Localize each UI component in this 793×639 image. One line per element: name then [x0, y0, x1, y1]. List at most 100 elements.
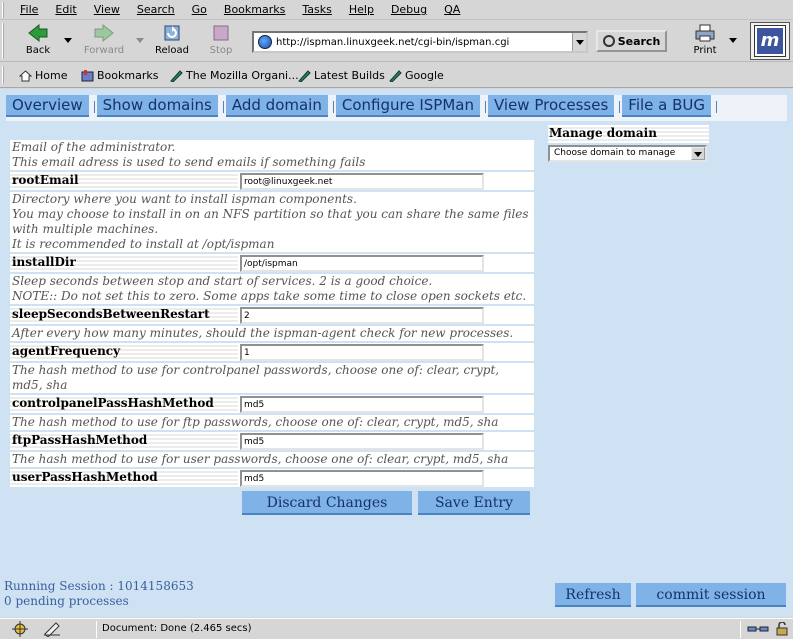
forward-dropdown-icon[interactable]	[136, 38, 144, 43]
ispman-nav-tabs: Overview Show domains Add domain Configu…	[6, 95, 787, 121]
tab-show-domains[interactable]: Show domains	[96, 95, 225, 117]
url-bar[interactable]	[252, 31, 588, 53]
field-row-user-hash: userPassHashMethod	[10, 469, 534, 489]
menu-debug[interactable]: Debug	[391, 3, 427, 16]
home-icon	[19, 69, 32, 81]
field-label: controlpanelPassHashMethod	[10, 395, 238, 413]
menu-search[interactable]: Search	[137, 3, 175, 16]
ftp-hash-input[interactable]	[240, 433, 484, 450]
menu-bookmarks[interactable]: Bookmarks	[224, 3, 285, 16]
back-label: Back	[25, 45, 51, 56]
bookmark-mozilla-org-label: The Mozilla Organi...	[186, 69, 299, 82]
print-dropdown-icon[interactable]	[729, 38, 737, 43]
reload-button[interactable]: Reload	[149, 23, 195, 61]
agentfrequency-input[interactable]	[240, 344, 484, 361]
tab-add-domain[interactable]: Add domain	[225, 95, 334, 117]
tab-view-processes[interactable]: View Processes	[487, 95, 621, 117]
description-line: The hash method to use for controlpanel …	[12, 363, 500, 392]
description-line: Sleep seconds between stop and start of …	[12, 274, 433, 288]
menu-edit[interactable]: Edit	[55, 3, 76, 16]
description-line: After every how many minutes, should the…	[12, 326, 514, 340]
menu-qa[interactable]: QA	[444, 3, 460, 16]
menu-tasks[interactable]: Tasks	[302, 3, 331, 16]
controlpanel-hash-input[interactable]	[240, 396, 484, 413]
chevron-down-icon[interactable]	[691, 147, 705, 160]
printer-icon	[695, 24, 715, 42]
field-row-agentfrequency: agentFrequency	[10, 343, 534, 363]
composer-icon[interactable]	[42, 621, 62, 637]
forward-label: Forward	[83, 45, 125, 56]
commit-session-button[interactable]: commit session	[636, 583, 786, 607]
running-session-text: Running Session : 1014158653	[4, 579, 194, 593]
field-row-installdir: installDir	[10, 254, 534, 274]
personal-toolbar-grip[interactable]	[2, 66, 12, 84]
field-description: The hash method to use for ftp passwords…	[10, 415, 534, 432]
navigator-icon[interactable]	[10, 621, 30, 637]
search-icon	[602, 35, 615, 47]
navbar-grip[interactable]	[2, 23, 12, 59]
status-text: Document: Done (2.465 secs)	[102, 623, 252, 634]
bookmark-google[interactable]: Google	[389, 69, 444, 82]
bookmark-link-icon	[389, 69, 402, 82]
menu-go[interactable]: Go	[192, 3, 207, 16]
field-label: userPassHashMethod	[10, 469, 238, 487]
menu-view[interactable]: View	[94, 3, 120, 16]
bookmark-link-icon	[298, 69, 311, 82]
rootemail-input[interactable]	[240, 173, 484, 190]
sleepseconds-input[interactable]	[240, 307, 484, 324]
menu-file[interactable]: File	[20, 3, 38, 16]
manage-domain-panel: Manage domain Choose domain to manage	[548, 125, 709, 162]
back-arrow-icon	[28, 23, 48, 43]
description-line: The hash method to use for user password…	[12, 452, 509, 466]
session-info: Running Session : 1014158653 0 pending p…	[4, 579, 194, 609]
discard-changes-button[interactable]: Discard Changes	[242, 491, 412, 515]
page-content: Overview Show domains Add domain Configu…	[0, 89, 793, 617]
stop-label: Stop	[209, 45, 233, 56]
tab-file-a-bug[interactable]: File a BUG	[622, 95, 717, 117]
online-plug-icon[interactable]	[746, 623, 770, 635]
save-entry-button[interactable]: Save Entry	[418, 491, 530, 515]
bookmark-bookmarks[interactable]: Bookmarks	[81, 69, 158, 82]
mozilla-logo[interactable]: m	[750, 22, 790, 60]
bookmark-latest-builds[interactable]: Latest Builds	[298, 69, 385, 82]
bookmark-bookmarks-label: Bookmarks	[97, 69, 159, 82]
personal-toolbar: Home Bookmarks The Mozilla Organi... Lat…	[0, 63, 793, 88]
field-label: agentFrequency	[10, 343, 238, 361]
pending-processes-text: 0 pending processes	[4, 594, 129, 608]
url-dropdown-icon[interactable]	[572, 33, 586, 51]
status-separator	[96, 621, 97, 638]
user-hash-input[interactable]	[240, 470, 484, 487]
menu-list: File Edit View Search Go Bookmarks Tasks…	[20, 3, 477, 16]
field-description: The hash method to use for controlpanel …	[10, 363, 534, 395]
search-button[interactable]: Search	[596, 30, 667, 52]
refresh-button[interactable]: Refresh	[555, 583, 631, 607]
bookmark-google-label: Google	[405, 69, 444, 82]
site-icon	[258, 35, 272, 49]
tab-configure-ispman[interactable]: Configure ISPMan	[335, 95, 487, 117]
back-dropdown-icon[interactable]	[64, 38, 72, 43]
bookmark-mozilla-org[interactable]: The Mozilla Organi...	[170, 69, 299, 82]
status-bar: Document: Done (2.465 secs)	[0, 618, 793, 639]
description-line: Email of the administrator.	[12, 140, 176, 154]
field-row-sleepseconds: sleepSecondsBetweenRestart	[10, 306, 534, 326]
bookmark-home[interactable]: Home	[19, 69, 67, 82]
field-label: rootEmail	[10, 172, 238, 190]
description-line: You may choose to install in on an NFS p…	[12, 207, 529, 236]
back-button[interactable]: Back	[15, 23, 61, 61]
field-description: Email of the administrator. This email a…	[10, 140, 534, 172]
stop-button[interactable]: Stop	[198, 23, 244, 61]
tab-overview[interactable]: Overview	[6, 95, 95, 117]
status-separator	[740, 621, 741, 638]
config-form: Email of the administrator. This email a…	[10, 140, 534, 519]
security-lock-icon[interactable]	[776, 622, 788, 636]
forward-button[interactable]: Forward	[81, 23, 127, 61]
menubar-grip[interactable]	[2, 2, 12, 18]
print-button[interactable]: Print	[682, 23, 728, 61]
domain-select[interactable]: Choose domain to manage	[548, 145, 707, 162]
field-description: After every how many minutes, should the…	[10, 326, 534, 343]
url-input[interactable]	[276, 36, 566, 48]
field-label: sleepSecondsBetweenRestart	[10, 306, 238, 324]
forward-arrow-icon	[94, 23, 114, 43]
menu-help[interactable]: Help	[349, 3, 374, 16]
installdir-input[interactable]	[240, 255, 484, 272]
